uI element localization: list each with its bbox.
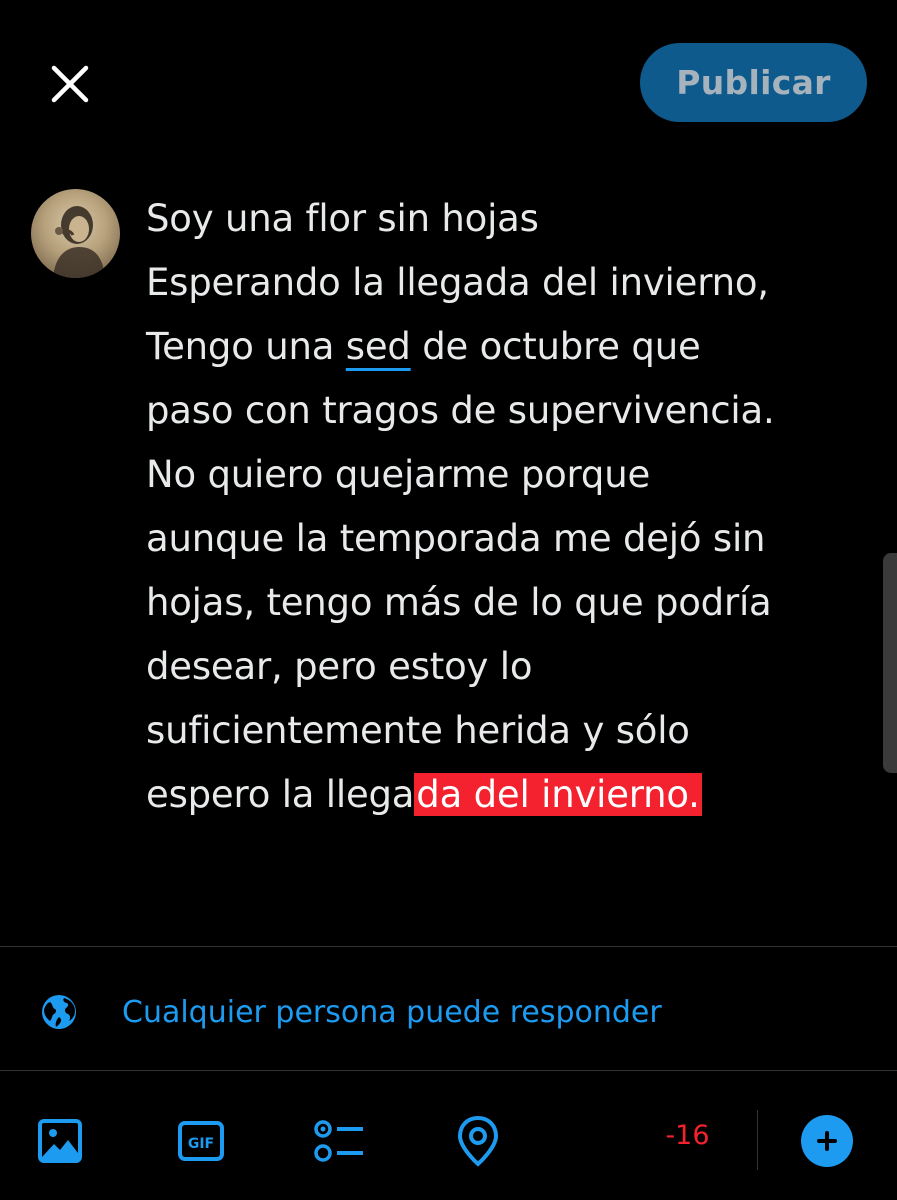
add-thread-button[interactable]: [801, 1115, 853, 1167]
compose-text-segment: Tengo una: [146, 325, 346, 368]
scrollbar-handle[interactable]: [883, 553, 897, 773]
svg-text:GIF: GIF: [188, 1136, 214, 1152]
close-button[interactable]: [38, 52, 102, 116]
add-gif-button[interactable]: GIF: [175, 1115, 227, 1167]
gif-icon: GIF: [178, 1121, 224, 1161]
compose-line: hojas, tengo más de lo que podría: [146, 581, 772, 624]
globe-icon: [42, 995, 76, 1029]
compose-text-segment: de octubre que: [410, 325, 701, 368]
compose-line: Esperando la llegada del invierno,: [146, 261, 769, 304]
reply-settings-button[interactable]: Cualquier persona puede responder: [40, 990, 662, 1034]
image-icon: [38, 1119, 82, 1163]
location-icon: [457, 1115, 499, 1167]
divider: [0, 1070, 897, 1071]
compose-line: aunque la temporada me dejó sin: [146, 517, 766, 560]
divider: [0, 946, 897, 947]
add-location-button[interactable]: [452, 1115, 504, 1167]
compose-line: desear, pero estoy lo: [146, 645, 533, 688]
compose-line: Soy una flor sin hojas: [146, 197, 539, 240]
close-icon: [51, 65, 89, 103]
character-count: -16: [665, 1120, 710, 1151]
add-poll-button[interactable]: [313, 1115, 365, 1167]
compose-text-segment: espero la llega: [146, 773, 415, 816]
compose-line: Tengo una sed de octubre que: [146, 315, 876, 379]
overflow-highlight: da del invierno.: [414, 773, 702, 816]
avatar-photo: [53, 206, 105, 278]
tweet-compose-text[interactable]: Soy una flor sin hojas Esperando la lleg…: [146, 187, 876, 827]
reply-settings-label: Cualquier persona puede responder: [122, 994, 662, 1030]
compose-line: No quiero quejarme porque: [146, 453, 651, 496]
poll-icon: [314, 1120, 363, 1162]
spellcheck-word[interactable]: sed: [346, 325, 411, 368]
publish-button[interactable]: Publicar: [640, 43, 867, 122]
compose-line: suficientemente herida y sólo: [146, 709, 690, 752]
avatar[interactable]: [31, 189, 120, 278]
compose-line: espero la llegada del invierno.: [146, 763, 876, 827]
compose-line: paso con tragos de supervivencia.: [146, 389, 775, 432]
toolbar-separator: [757, 1110, 758, 1170]
add-thread-icon: [817, 1131, 837, 1151]
add-image-button[interactable]: [34, 1115, 86, 1167]
